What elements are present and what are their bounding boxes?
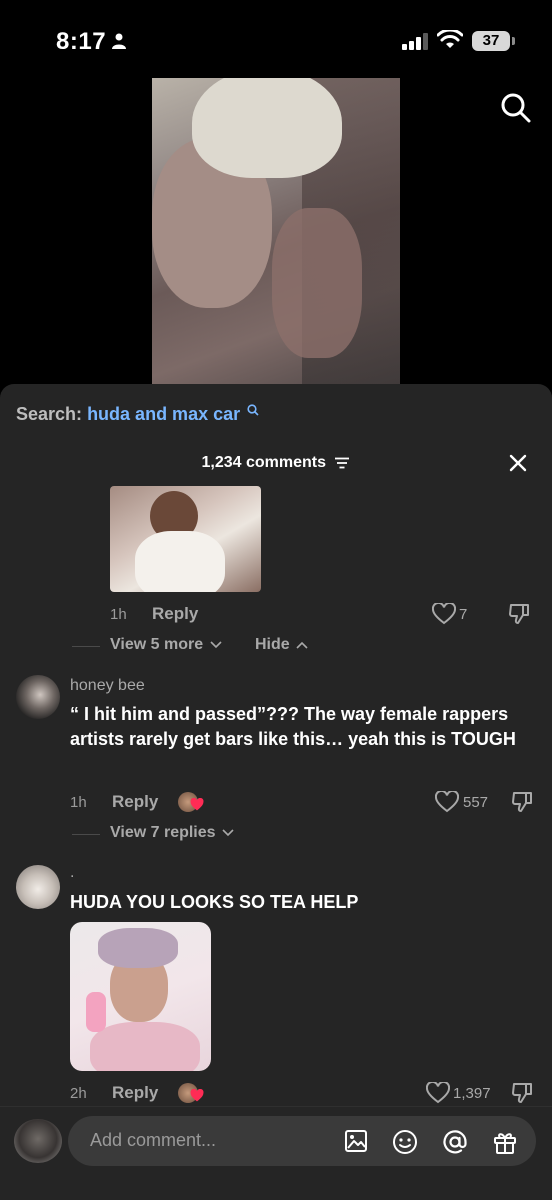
thread-divider [72, 646, 100, 647]
chevron-down-icon [209, 641, 222, 648]
comment-text: “ I hit him and passed”??? The way femal… [70, 704, 516, 749]
heart-icon[interactable] [435, 791, 459, 813]
emoji-icon[interactable] [392, 1129, 418, 1155]
view-more-button[interactable]: View 5 more [110, 636, 222, 654]
search-small-icon [247, 404, 259, 416]
heart-icon[interactable] [426, 1082, 450, 1104]
search-query[interactable]: huda and max car [87, 404, 240, 424]
mention-icon[interactable] [442, 1129, 468, 1155]
comments-count: 1,234 comments [201, 454, 327, 471]
thread-divider [72, 834, 100, 835]
comments-sheet: Search: huda and max car 1,234 comments … [0, 384, 552, 1200]
person-icon [112, 33, 126, 49]
like-count: 557 [463, 794, 489, 811]
like-count: 7 [459, 606, 468, 623]
wifi-icon [437, 30, 463, 48]
view-replies-button[interactable]: View 7 replies [110, 824, 234, 842]
comment-username[interactable]: honey bee [70, 677, 145, 695]
heart-filled-icon [190, 798, 204, 811]
hide-button[interactable]: Hide [255, 636, 308, 654]
comment-input[interactable]: Add comment... [68, 1116, 536, 1166]
heart-icon[interactable] [432, 603, 456, 625]
search-label: Search: [16, 404, 83, 424]
comment-time: 2h [70, 1085, 87, 1102]
comments-count-header: 1,234 comments [0, 454, 552, 472]
dislike-icon[interactable] [511, 790, 533, 814]
reply-image[interactable] [110, 486, 261, 592]
status-bar: 8:17 37 [0, 0, 552, 80]
chevron-up-icon [296, 641, 308, 649]
comment-time: 1h [70, 794, 87, 811]
avatar[interactable] [16, 865, 60, 909]
comment-input-placeholder: Add comment... [90, 1130, 217, 1150]
comment-username[interactable]: . [70, 864, 74, 882]
video-preview[interactable] [152, 78, 400, 386]
dislike-icon[interactable] [508, 602, 530, 626]
creator-liked-badge [178, 790, 208, 814]
battery-indicator: 37 [472, 31, 515, 51]
heart-filled-icon [190, 1089, 204, 1102]
status-time: 8:17 [56, 28, 107, 55]
filter-icon[interactable] [334, 457, 350, 469]
gift-icon[interactable] [492, 1129, 518, 1155]
search-suggestion[interactable]: Search: huda and max car [16, 404, 259, 425]
close-icon[interactable] [508, 453, 528, 473]
reply-time: 1h [110, 606, 127, 623]
search-icon[interactable] [500, 92, 532, 124]
creator-liked-badge [178, 1081, 208, 1105]
my-avatar [14, 1119, 62, 1163]
comment-image[interactable] [70, 922, 211, 1071]
signal-icon [402, 33, 428, 50]
comment-composer: Add comment... [0, 1106, 552, 1200]
reply-button[interactable]: Reply [152, 604, 198, 624]
reply-button[interactable]: Reply [112, 792, 158, 812]
reply-button[interactable]: Reply [112, 1083, 158, 1103]
chevron-down-icon [222, 829, 234, 836]
avatar[interactable] [16, 675, 60, 719]
like-count: 1,397 [453, 1085, 491, 1102]
comment-text: HUDA YOU LOOKS SO TEA HELP [70, 892, 359, 912]
image-icon[interactable] [344, 1129, 368, 1153]
dislike-icon[interactable] [511, 1081, 533, 1105]
